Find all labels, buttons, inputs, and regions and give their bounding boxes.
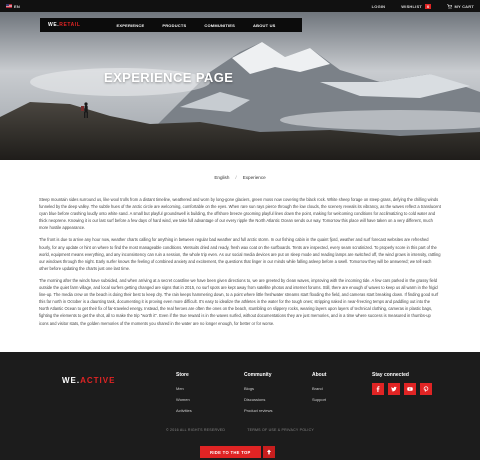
footer-link-discussions[interactable]: Discussions bbox=[244, 394, 272, 405]
breadcrumb-separator: / bbox=[235, 175, 237, 180]
footer-link-brand[interactable]: Brand bbox=[312, 383, 326, 394]
wishlist-count-badge: 0 bbox=[425, 3, 432, 9]
footer-column-title: About bbox=[312, 372, 327, 378]
facebook-icon[interactable] bbox=[372, 383, 384, 395]
article-body: Steep mountain sides surround us, like w… bbox=[39, 196, 441, 332]
article-paragraph: The morning after the winds have subside… bbox=[39, 277, 439, 326]
site-footer: WE.ACTIVE Store Men Women Activities Com… bbox=[0, 352, 480, 460]
brand-accent: RETAIL bbox=[59, 22, 81, 28]
hero-banner: WE.RETAIL EXPERIENCE PRODUCTS COMMUNITIE… bbox=[0, 12, 480, 160]
language-selector[interactable]: EN bbox=[6, 4, 20, 9]
footer-brand-accent: ACTIVE bbox=[80, 376, 116, 385]
nav-menu: EXPERIENCE PRODUCTS COMMUNITIES ABOUT US bbox=[117, 23, 276, 28]
login-link[interactable]: LOGIN bbox=[372, 4, 386, 9]
footer-column-about: About Brand Support bbox=[312, 372, 326, 405]
copyright-text: © 2016 ALL RIGHTS RESERVED bbox=[166, 428, 226, 432]
twitter-icon[interactable] bbox=[388, 383, 400, 395]
article-paragraph: The front is due to arrive any hour now,… bbox=[39, 237, 441, 271]
footer-link-men[interactable]: Men bbox=[176, 383, 192, 394]
wishlist-label: WISHLIST bbox=[401, 3, 422, 9]
breadcrumb-current: Experience bbox=[242, 175, 266, 180]
cart-label: MY CART bbox=[454, 3, 474, 9]
cart-link[interactable]: MY CART bbox=[447, 4, 474, 9]
breadcrumb-home[interactable]: English bbox=[214, 175, 229, 180]
main-navbar: WE.RETAIL EXPERIENCE PRODUCTS COMMUNITIE… bbox=[40, 18, 302, 32]
us-flag-icon bbox=[6, 4, 12, 8]
nav-item-products[interactable]: PRODUCTS bbox=[162, 23, 186, 28]
brand-prefix: WE. bbox=[48, 22, 60, 28]
cart-icon bbox=[447, 3, 453, 9]
footer-column-community: Community Blogs Discussions Product revi… bbox=[244, 372, 272, 416]
nav-item-about-us[interactable]: ABOUT US bbox=[253, 23, 276, 28]
wishlist-link[interactable]: WISHLIST 0 bbox=[401, 3, 432, 9]
ride-to-top-label: RIDE TO THE TOP bbox=[200, 446, 261, 458]
footer-brand-prefix: WE. bbox=[62, 376, 81, 385]
footer-link-activities[interactable]: Activities bbox=[176, 405, 192, 416]
footer-link-blogs[interactable]: Blogs bbox=[244, 383, 272, 394]
top-utility-bar: EN LOGIN WISHLIST 0 MY CART bbox=[0, 0, 480, 12]
arrow-up-icon bbox=[262, 446, 275, 458]
footer-link-support[interactable]: Support bbox=[312, 394, 326, 405]
footer-column-store: Store Men Women Activities bbox=[176, 372, 192, 416]
footer-brand-logo[interactable]: WE.ACTIVE bbox=[62, 376, 115, 385]
pinterest-icon[interactable] bbox=[420, 383, 432, 395]
youtube-icon[interactable] bbox=[404, 383, 416, 395]
breadcrumb: English / Experience bbox=[0, 175, 480, 180]
terms-privacy-link[interactable]: TERMS OF USE & PRIVACY POLICY bbox=[247, 428, 314, 432]
nav-item-communities[interactable]: COMMUNITIES bbox=[204, 23, 235, 28]
footer-column-title: Store bbox=[176, 372, 189, 378]
mountain-scene-image bbox=[0, 12, 480, 160]
footer-legal-row: © 2016 ALL RIGHTS RESERVED TERMS OF USE &… bbox=[0, 428, 480, 432]
footer-column-title: Community bbox=[244, 372, 272, 378]
page-title: EXPERIENCE PAGE bbox=[104, 70, 234, 85]
footer-link-product-reviews[interactable]: Product reviews bbox=[244, 405, 272, 416]
ride-to-top-button[interactable]: RIDE TO THE TOP bbox=[200, 446, 275, 458]
nav-item-experience[interactable]: EXPERIENCE bbox=[117, 23, 145, 28]
language-label: EN bbox=[14, 3, 20, 9]
brand-logo[interactable]: WE.RETAIL bbox=[48, 22, 81, 28]
footer-link-women[interactable]: Women bbox=[176, 394, 192, 405]
article-paragraph: Steep mountain sides surround us, like w… bbox=[39, 197, 441, 231]
footer-social-title: Stay connected bbox=[372, 372, 409, 378]
footer-social-section: Stay connected bbox=[372, 372, 432, 395]
